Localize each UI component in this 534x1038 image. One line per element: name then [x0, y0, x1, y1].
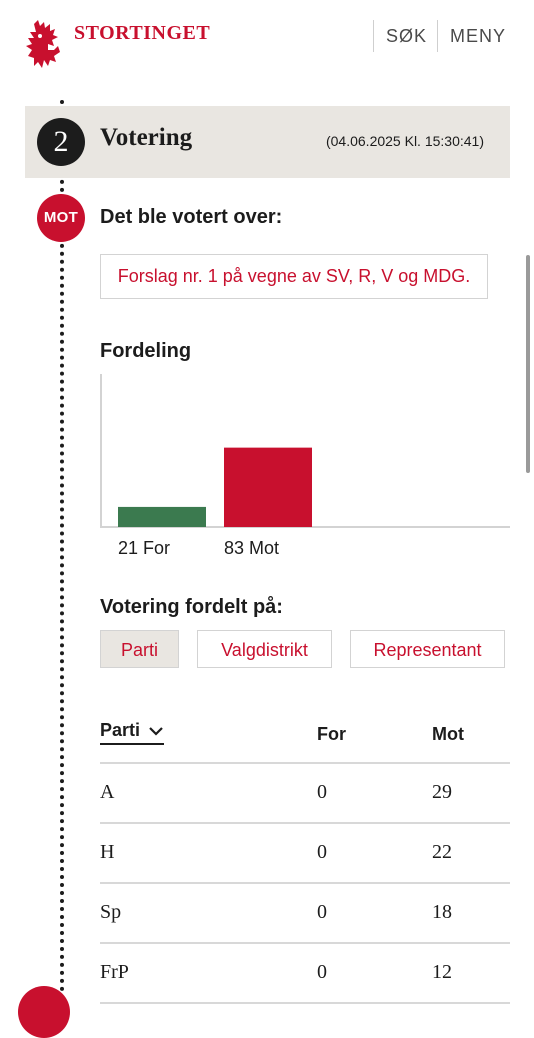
cell-parti: H: [100, 841, 115, 863]
header-parti: Parti: [100, 720, 141, 740]
search-button[interactable]: SØK: [373, 20, 427, 52]
chevron-down-icon: [149, 726, 163, 736]
scrollbar[interactable]: [526, 255, 530, 473]
cell-for: 0: [317, 961, 327, 983]
vote-number-badge: 2: [37, 118, 85, 166]
cell-mot: 12: [432, 961, 452, 983]
lion-emblem-icon: [26, 20, 60, 68]
table-row: Sp 0 18: [100, 884, 510, 944]
cell-for: 0: [317, 781, 327, 803]
cell-for: 0: [317, 901, 327, 923]
breakdown-tabs: Parti Valgdistrikt Representant: [100, 630, 505, 668]
sort-parti-button[interactable]: Parti: [100, 720, 165, 745]
stortinget-logo[interactable]: STORTINGET: [24, 20, 210, 72]
site-header: STORTINGET SØK MENY: [0, 0, 534, 80]
party-vote-table: Parti For Mot A 0 29 H 0 22 Sp 0 18 FrP …: [100, 712, 510, 1004]
bar-label-mot: 83 Mot: [224, 538, 279, 558]
tab-valgdistrikt[interactable]: Valgdistrikt: [197, 630, 332, 668]
bar-mot: [224, 447, 312, 527]
vote-title: Votering: [100, 124, 193, 151]
table-row: A 0 29: [100, 764, 510, 824]
cell-mot: 22: [432, 841, 452, 863]
table-header: Parti For Mot: [100, 712, 510, 764]
header-mot: Mot: [432, 724, 464, 744]
bar-chart-svg: 21 For 83 Mot: [100, 374, 510, 558]
result-badge: MOT: [37, 194, 85, 242]
bar-label-for: 21 For: [118, 538, 170, 558]
cell-mot: 18: [432, 901, 452, 923]
table-row: H 0 22: [100, 824, 510, 884]
next-vote-badge: [18, 986, 70, 1038]
tab-representant[interactable]: Representant: [350, 630, 505, 668]
proposal-link[interactable]: Forslag nr. 1 på vegne av SV, R, V og MD…: [100, 254, 488, 299]
cell-parti: Sp: [100, 901, 122, 923]
menu-button[interactable]: MENY: [437, 20, 506, 52]
vote-distribution-chart: 21 For 83 Mot: [100, 374, 510, 560]
tab-parti[interactable]: Parti: [100, 630, 179, 668]
vote-datetime: (04.06.2025 Kl. 15:30:41): [325, 133, 484, 149]
breakdown-heading: Votering fordelt på:: [100, 596, 283, 618]
table-row: FrP 0 12: [100, 944, 510, 1004]
cell-mot: 29: [432, 781, 452, 803]
voted-over-heading: Det ble votert over:: [100, 206, 283, 228]
header-for: For: [317, 724, 346, 744]
distribution-heading: Fordeling: [100, 340, 192, 362]
cell-parti: A: [100, 781, 115, 803]
cell-parti: FrP: [100, 961, 129, 983]
cell-for: 0: [317, 841, 327, 863]
vote-header: 2 Votering (04.06.2025 Kl. 15:30:41): [25, 106, 510, 178]
logo-text: STORTINGET: [74, 22, 211, 44]
bar-for: [118, 506, 206, 527]
